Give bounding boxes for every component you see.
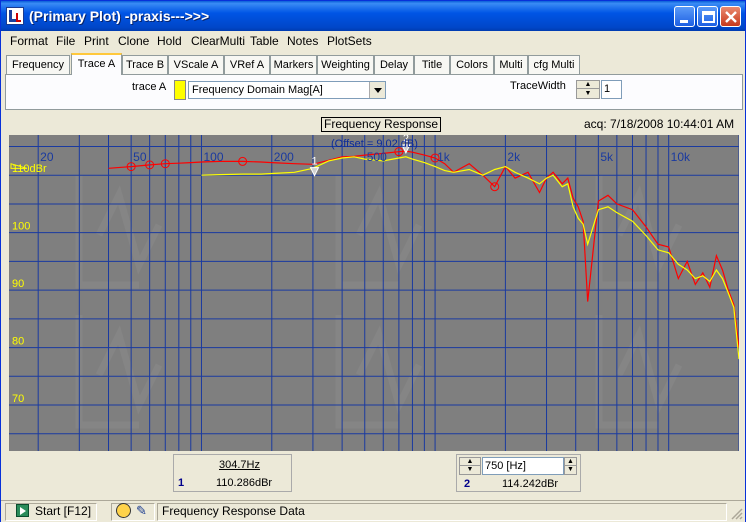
tab-vref-a[interactable]: VRef A (224, 55, 270, 75)
cursor1-number: 1 (178, 477, 185, 489)
spin-up-icon[interactable]: ▲ (577, 81, 599, 89)
menu-format[interactable]: Format (10, 34, 48, 48)
menu-file[interactable]: File (56, 34, 75, 48)
x-tick-label: 5k (600, 150, 614, 164)
x-tick-label: 200 (274, 150, 294, 164)
close-icon (725, 11, 737, 23)
plot-background (9, 135, 739, 451)
probe-icon[interactable]: ✎ (136, 503, 151, 518)
acquisition-timestamp: acq: 7/18/2008 10:44:01 AM (584, 117, 735, 131)
dropdown-button[interactable] (369, 82, 385, 98)
y-tick-label: 70 (12, 393, 24, 405)
tab-title[interactable]: Title (414, 55, 450, 75)
meter-icon[interactable] (116, 503, 131, 518)
tab-vscale-a[interactable]: VScale A (168, 55, 224, 75)
menu-clearmulti[interactable]: ClearMulti (191, 34, 245, 48)
tab-strip: Frequency Trace A Trace B VScale A VRef … (5, 53, 741, 75)
main-window: (Primary Plot) -praxis--->>> Format File… (0, 0, 746, 522)
menu-plotsets[interactable]: PlotSets (327, 34, 372, 48)
resize-grip-icon[interactable] (731, 508, 743, 520)
cursor2-value: 114.242dBr (502, 478, 559, 490)
minimize-button[interactable] (674, 6, 695, 27)
spin-down-icon[interactable]: ▼ (565, 466, 576, 474)
tab-colors[interactable]: Colors (450, 55, 494, 75)
tab-delay[interactable]: Delay (374, 55, 414, 75)
tracewidth-field[interactable]: 1 (601, 80, 622, 99)
menu-table[interactable]: Table (250, 34, 279, 48)
trace-select[interactable]: Frequency Domain Mag[A] (188, 81, 386, 99)
minimize-icon (680, 20, 688, 23)
title-bar[interactable]: (Primary Plot) -praxis--->>> (1, 1, 745, 31)
tab-weighting[interactable]: Weighting (317, 55, 374, 75)
menu-hold[interactable]: Hold (157, 34, 182, 48)
menu-bar: Format File Print Clone Hold ClearMulti … (2, 31, 744, 51)
cursor2-fine-spinner[interactable]: ▲ ▼ (564, 457, 577, 475)
window-title: (Primary Plot) -praxis--->>> (29, 8, 210, 24)
cursor2-spinner[interactable]: ▲ ▼ (459, 457, 481, 475)
cursor2-number: 2 (464, 478, 471, 490)
offset-note: (Offset = 9.02 dB) (331, 138, 418, 150)
y-tick-label: 90 (12, 278, 24, 290)
x-tick-label: 20 (40, 150, 54, 164)
start-button[interactable]: Start [F12] (35, 504, 91, 518)
x-tick-label: 100 (203, 150, 223, 164)
close-button[interactable] (720, 6, 741, 27)
cursor1-frequency[interactable]: 304.7Hz (219, 459, 260, 471)
x-tick-label: 2k (507, 150, 521, 164)
cursor1-value: 110.286dBr (216, 477, 273, 489)
spin-down-icon[interactable]: ▼ (577, 90, 599, 98)
trace-label: trace A (132, 81, 167, 93)
tracewidth-label: TraceWidth (510, 80, 566, 92)
x-tick-label: 500 (367, 150, 387, 164)
menu-notes[interactable]: Notes (287, 34, 318, 48)
frequency-response-plot[interactable]: 12 20 50 100 200 500 1k 2k 5k 10k 110dBr10090807… (9, 135, 739, 451)
plot-title[interactable]: Frequency Response (321, 117, 442, 132)
y-tick-label: 100 (12, 221, 30, 233)
cursor2-frequency-field[interactable]: 750 [Hz] (482, 457, 564, 475)
tab-multi[interactable]: Multi (494, 55, 528, 75)
app-logo-icon[interactable] (6, 7, 24, 25)
x-tick-label: 1k (437, 150, 451, 164)
spin-up-icon[interactable]: ▲ (565, 458, 576, 466)
tab-trace-b[interactable]: Trace B (122, 55, 168, 75)
x-tick-label: 10k (671, 150, 691, 164)
chevron-down-icon (374, 88, 382, 93)
tracewidth-spinner[interactable]: ▲ ▼ (576, 80, 600, 99)
spin-up-icon[interactable]: ▲ (460, 458, 480, 466)
status-bar (1, 500, 745, 522)
cursor-marker-label: 1 (312, 156, 318, 168)
x-tick-label: 50 (133, 150, 147, 164)
tab-cfg-multi[interactable]: cfg Multi (528, 55, 580, 75)
start-icon[interactable] (16, 504, 29, 517)
trace-color-swatch[interactable] (174, 80, 186, 100)
tab-frequency[interactable]: Frequency (6, 55, 70, 75)
spin-down-icon[interactable]: ▼ (460, 466, 480, 474)
menu-clone[interactable]: Clone (118, 34, 149, 48)
y-tick-label: 80 (12, 336, 24, 348)
tab-trace-a[interactable]: Trace A (71, 53, 122, 75)
menu-print[interactable]: Print (84, 34, 109, 48)
trace-select-value: Frequency Domain Mag[A] (192, 84, 323, 96)
status-text: Frequency Response Data (162, 504, 305, 518)
maximize-button[interactable] (697, 6, 718, 27)
maximize-icon (702, 11, 715, 23)
tab-markers[interactable]: Markers (270, 55, 317, 75)
